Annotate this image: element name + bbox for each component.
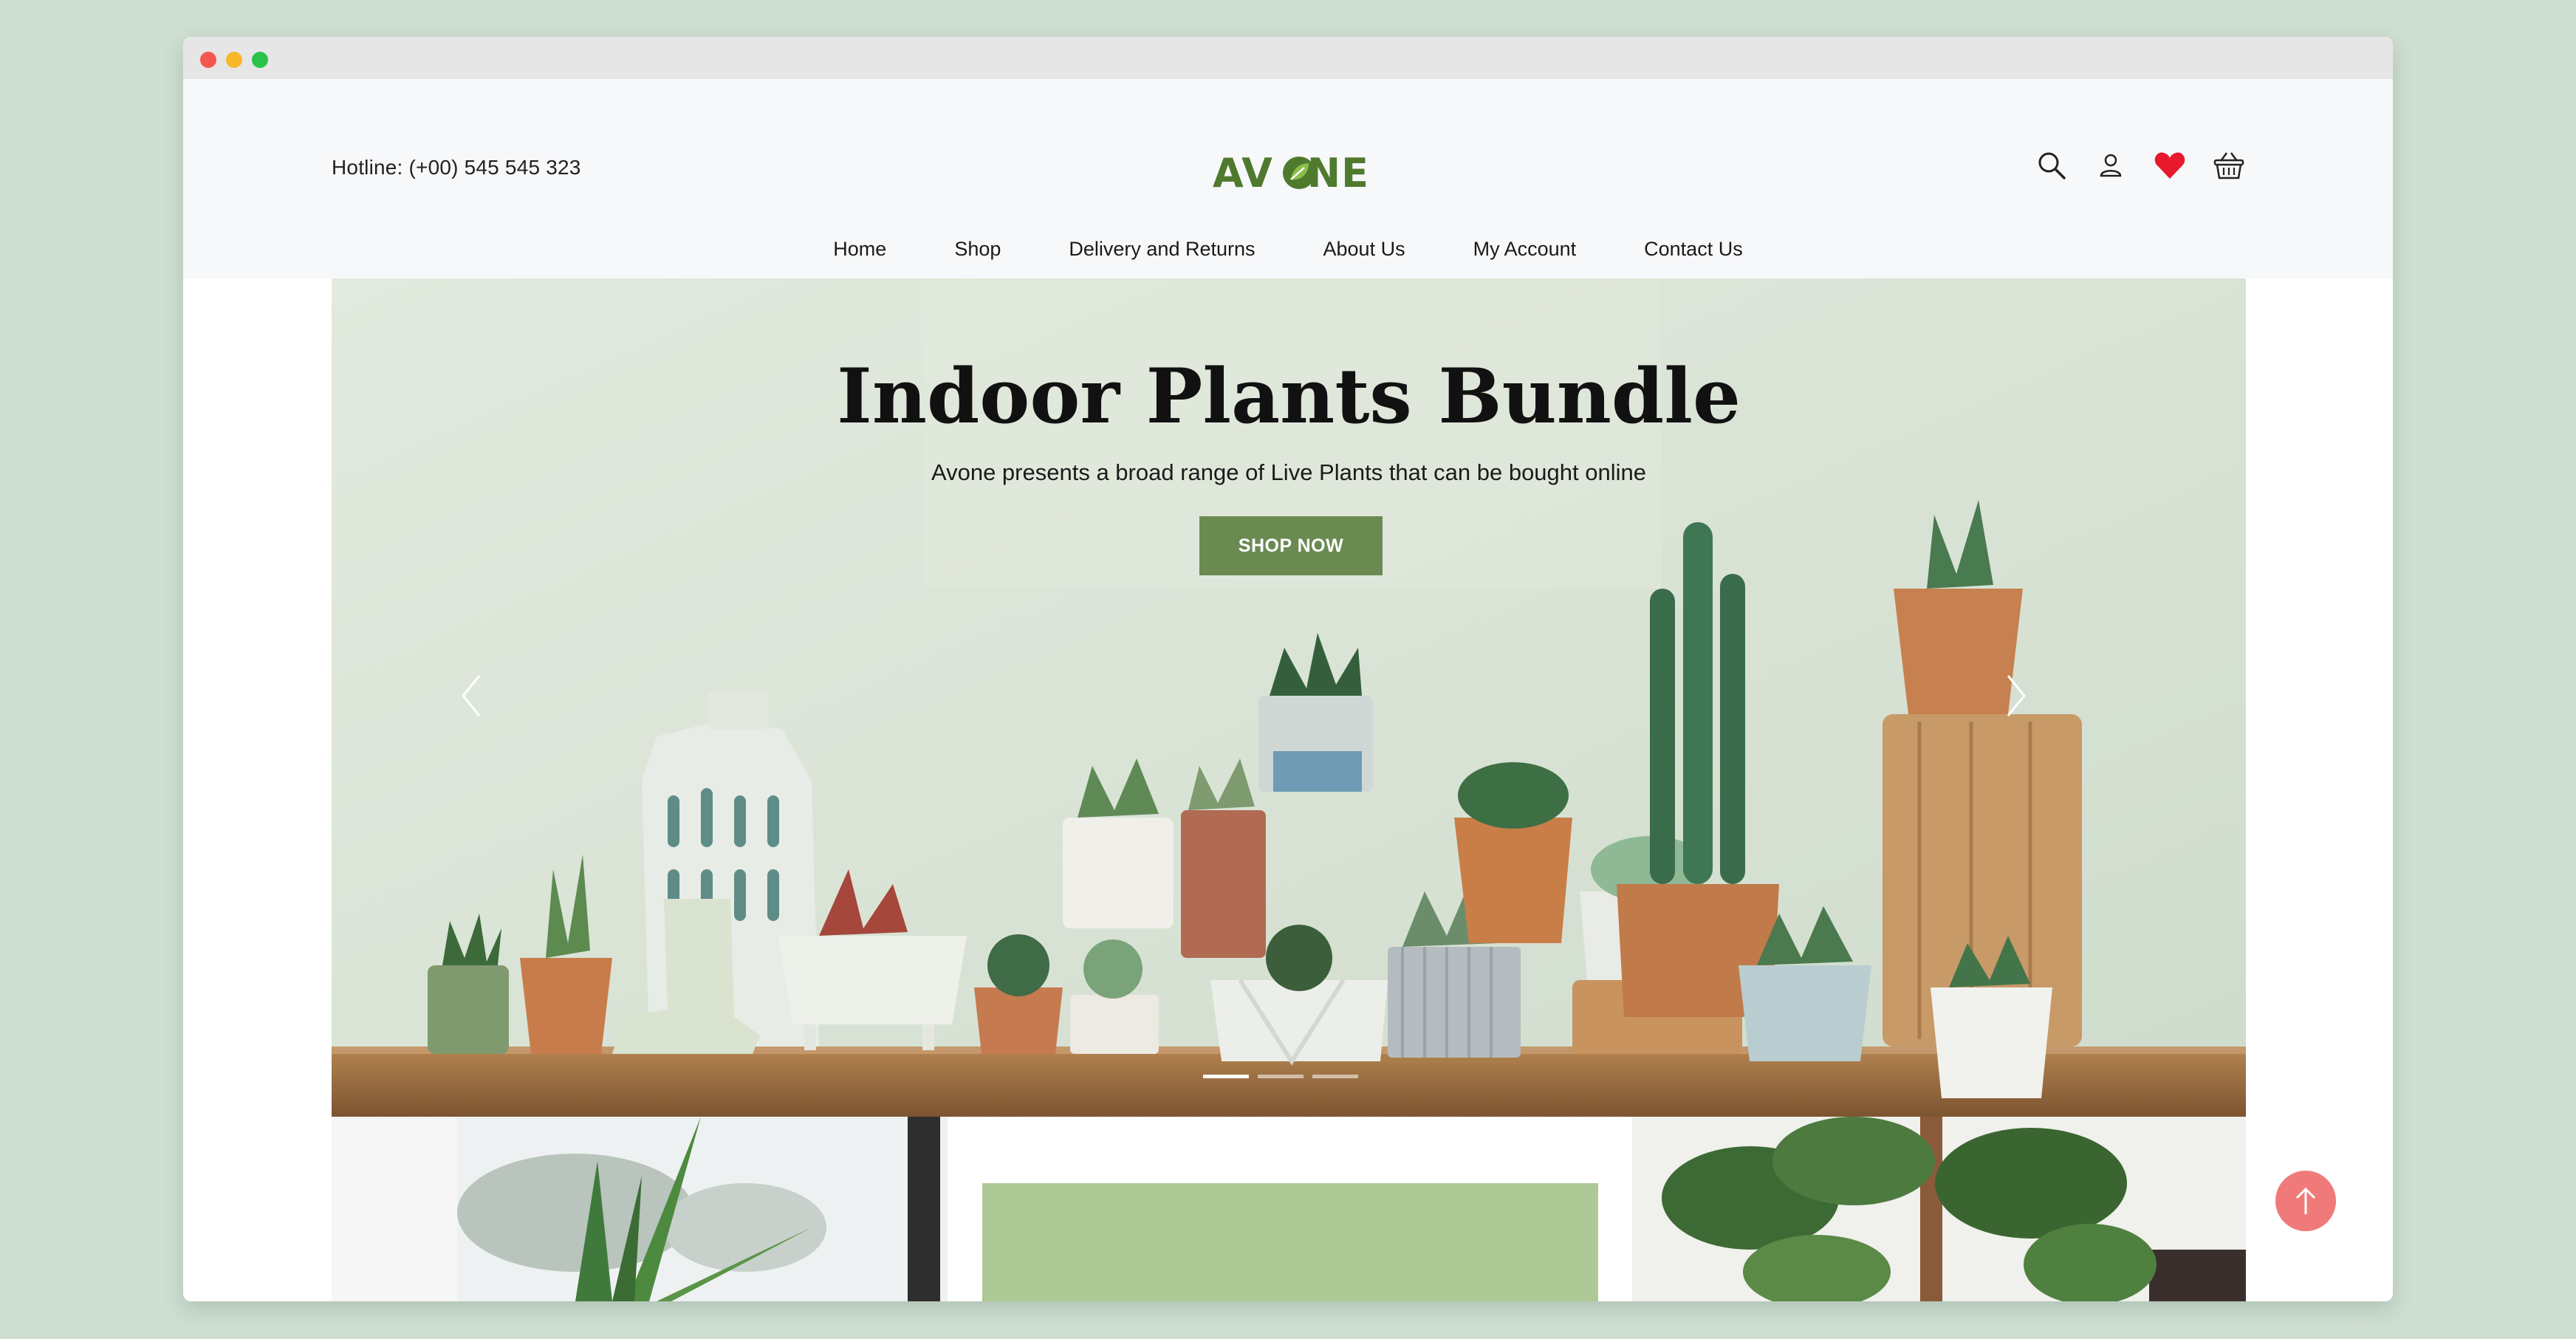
site-logo[interactable]: AV​ONE xyxy=(1202,147,1380,199)
slider-prev-icon[interactable] xyxy=(457,670,487,722)
hotline-text: Hotline: (+00) 545 545 323 xyxy=(332,156,581,179)
category-banner-3[interactable] xyxy=(1632,1117,2246,1301)
leaf-logo-icon xyxy=(1283,157,1315,189)
category-banner-2[interactable] xyxy=(982,1117,1598,1301)
basket-icon[interactable] xyxy=(2213,149,2245,182)
arrow-up-icon xyxy=(2295,1187,2316,1214)
hero-subtitle: Avone presents a broad range of Live Pla… xyxy=(931,459,1646,485)
nav-contact-us[interactable]: Contact Us xyxy=(1644,230,1743,267)
nav-delivery-returns[interactable]: Delivery and Returns xyxy=(1069,230,1255,267)
site-header: Hotline: (+00) 545 545 323 AV​ONE xyxy=(183,79,2393,278)
close-window-button[interactable] xyxy=(200,52,216,68)
banner-green-block xyxy=(982,1183,1598,1301)
nav-shop[interactable]: Shop xyxy=(954,230,1001,267)
header-icons xyxy=(2035,149,2245,182)
search-icon[interactable] xyxy=(2035,149,2068,182)
window-titlebar xyxy=(183,37,2393,79)
category-banner-1[interactable] xyxy=(332,1117,948,1301)
hero-slider: Indoor Plants Bundle Avone presents a br… xyxy=(332,278,2246,1117)
slide-dot-2[interactable] xyxy=(1258,1075,1304,1078)
main-nav: Home Shop Delivery and Returns About Us … xyxy=(183,230,2393,267)
slide-dot-3[interactable] xyxy=(1312,1075,1358,1078)
heart-icon[interactable] xyxy=(2154,149,2186,182)
window-plant-image xyxy=(332,1117,948,1301)
shop-now-button[interactable]: SHOP NOW xyxy=(1199,516,1383,575)
maximize-window-button[interactable] xyxy=(252,52,268,68)
slider-next-icon[interactable] xyxy=(2001,670,2030,722)
monstera-image xyxy=(1632,1117,2246,1301)
browser-window: Hotline: (+00) 545 545 323 AV​ONE xyxy=(183,37,2393,1301)
scroll-to-top-button[interactable] xyxy=(2275,1171,2336,1231)
hero-title: Indoor Plants Bundle xyxy=(837,352,1741,441)
minimize-window-button[interactable] xyxy=(226,52,242,68)
user-icon[interactable] xyxy=(2094,149,2127,182)
slide-dot-1[interactable] xyxy=(1203,1075,1249,1078)
slider-dots xyxy=(1203,1075,1358,1078)
nav-about-us[interactable]: About Us xyxy=(1323,230,1405,267)
nav-home[interactable]: Home xyxy=(833,230,886,267)
nav-my-account[interactable]: My Account xyxy=(1473,230,1577,267)
